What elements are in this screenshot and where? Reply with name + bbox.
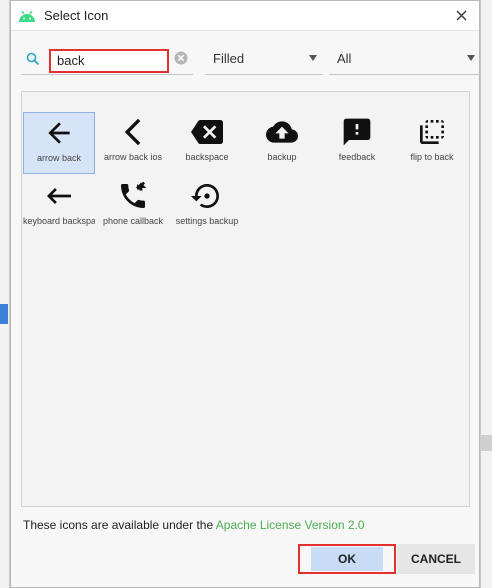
icon-tile[interactable]: feedback [321, 112, 393, 174]
chevron-down-icon [467, 55, 475, 61]
icon-tile[interactable]: backup [246, 112, 318, 174]
license-note: These icons are available under the Apac… [23, 518, 365, 532]
backspace-icon [191, 120, 223, 144]
close-icon[interactable] [443, 1, 479, 31]
icon-tile[interactable]: backspace [171, 112, 243, 174]
icon-tile[interactable]: settings backup [171, 176, 243, 238]
license-link[interactable]: Apache License Version 2.0 [216, 518, 365, 532]
background-block [480, 435, 492, 451]
license-text: These icons are available under the [23, 518, 216, 532]
icon-label: flip to back [410, 152, 454, 162]
icon-tile[interactable]: keyboard backspace [23, 176, 95, 238]
ok-button-label: OK [311, 547, 383, 571]
dialog-title: Select Icon [44, 8, 109, 23]
arrow-back-ios-icon [124, 118, 141, 146]
category-dropdown-value: All [337, 51, 352, 66]
icon-label: backup [267, 152, 297, 162]
arrow-back-icon [48, 122, 70, 144]
clear-search-icon[interactable] [174, 51, 190, 67]
icon-label: phone callback [102, 216, 164, 226]
icon-tile[interactable]: flip to back [396, 112, 468, 174]
select-icon-dialog: Select Icon back Filled All arrow back a… [10, 0, 481, 588]
backup-icon [266, 121, 298, 143]
keyboard-backspace-icon [47, 188, 71, 204]
icon-label: feedback [338, 152, 376, 162]
icon-label: arrow back [36, 153, 81, 163]
flip-to-back-icon [420, 120, 444, 144]
icon-tile[interactable]: phone callback [97, 176, 169, 238]
icon-label: settings backup [175, 216, 239, 226]
style-dropdown[interactable]: Filled [205, 43, 323, 75]
settings-backup-restore-icon [191, 184, 219, 208]
icon-label: backspace [185, 152, 229, 162]
search-icon [26, 52, 44, 66]
cancel-button[interactable]: CANCEL [397, 544, 475, 574]
icon-tile[interactable]: arrow back [23, 112, 95, 174]
android-icon [18, 10, 36, 22]
ok-button[interactable]: OK [298, 544, 396, 574]
phone-callback-icon [121, 181, 147, 208]
category-dropdown[interactable]: All [329, 43, 481, 75]
icon-label: arrow back ios [103, 152, 163, 162]
feedback-icon [343, 118, 371, 146]
title-bar: Select Icon [11, 1, 479, 31]
style-dropdown-value: Filled [213, 51, 245, 66]
background-window-right [480, 0, 492, 588]
search-field[interactable]: back [21, 43, 193, 75]
icon-tile[interactable]: arrow back ios [97, 112, 169, 174]
background-window-left [0, 0, 10, 588]
chevron-down-icon [309, 55, 317, 61]
icon-label: keyboard backspace [23, 216, 95, 226]
search-input[interactable]: back [49, 48, 169, 73]
background-selection [0, 304, 8, 324]
filter-toolbar: back Filled All [21, 43, 481, 77]
icon-grid: arrow back arrow back ios backspace back… [21, 91, 470, 507]
